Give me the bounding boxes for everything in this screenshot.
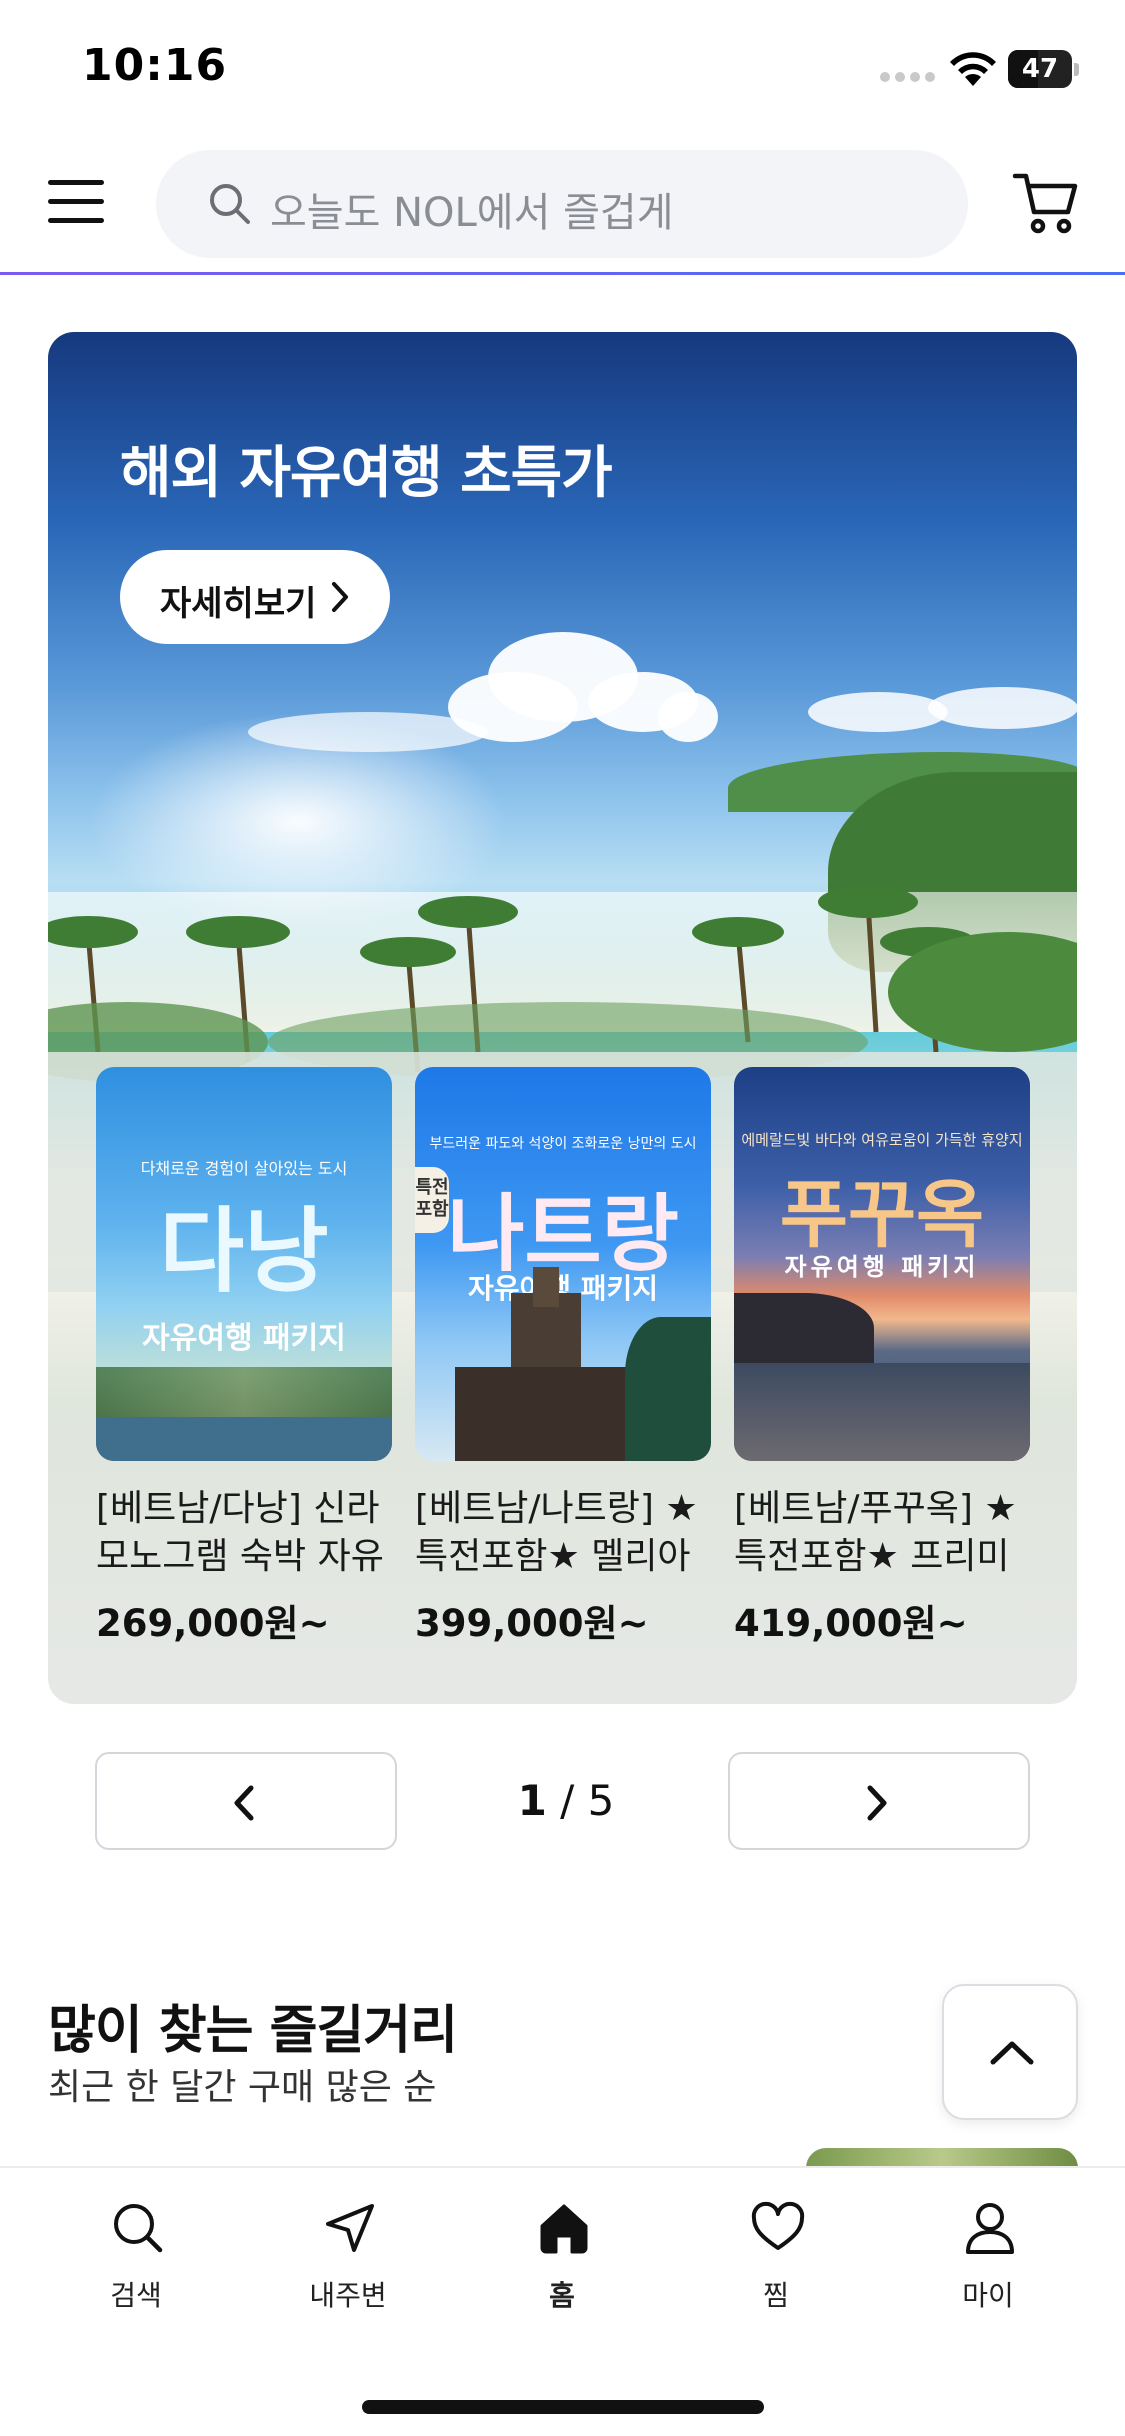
- bottom-navigation: 검색 내주변 홈 찜 마이: [0, 2166, 1125, 2436]
- product-price: 399,000원~: [415, 1602, 649, 1645]
- total-pages: 5: [587, 1776, 615, 1825]
- thumbnail-city: 푸꾸옥: [779, 1172, 985, 1258]
- section-subtitle: 최근 한 달간 구매 많은 순: [48, 2067, 437, 2108]
- search-icon: [114, 2204, 163, 2253]
- nav-wishlist[interactable]: 찜: [706, 2200, 846, 2320]
- section-title: 많이 찾는 즐길거리: [48, 2001, 458, 2061]
- chevron-right-icon: [867, 1785, 887, 1821]
- thumbnail-tagline: 에메랄드빛 바다와 여유로움이 가득한 휴양지: [741, 1131, 1023, 1149]
- nav-label: 내주변: [309, 2279, 387, 2312]
- home-icon: [540, 2204, 588, 2254]
- wifi-icon: [950, 52, 996, 86]
- thumbnail-package: 자유여행 패키지: [142, 1321, 346, 1356]
- location-arrow-icon: [326, 2204, 374, 2252]
- product-name[interactable]: [베트남/나트랑] ★특전포함★ 멜리아: [415, 1485, 715, 1581]
- nav-label: 검색: [110, 2279, 162, 2312]
- chevron-left-icon: [234, 1785, 254, 1821]
- chevron-right-icon: [332, 582, 348, 612]
- status-bar: 10:16 47: [0, 0, 1125, 140]
- search-placeholder: 오늘도 NOL에서 즐겁게: [270, 190, 674, 236]
- product-name[interactable]: [베트남/푸꾸옥] ★특전포함★ 프리미: [734, 1485, 1034, 1581]
- nav-home[interactable]: 홈: [492, 2200, 632, 2320]
- page-separator: /: [546, 1776, 588, 1825]
- next-page-button[interactable]: [728, 1752, 1030, 1850]
- person-icon: [966, 2203, 1014, 2254]
- previous-page-button[interactable]: [95, 1752, 397, 1850]
- product-price: 269,000원~: [96, 1602, 330, 1645]
- promo-banner[interactable]: 해외 자유여행 초특가 자세히보기 다채로운 경험이 살아있는 도시 다낭 자유…: [48, 332, 1077, 1704]
- view-details-label: 자세히보기: [160, 584, 317, 624]
- battery-level: 47: [1021, 54, 1059, 84]
- thumbnail-package: 자유여행 패키지: [784, 1253, 980, 1281]
- chevron-up-icon: [990, 2041, 1034, 2065]
- cart-icon[interactable]: [1012, 170, 1080, 236]
- product-thumbnail-phuquoc[interactable]: 에메랄드빛 바다와 여유로움이 가득한 휴양지 푸꾸옥 자유여행 패키지: [734, 1067, 1030, 1461]
- scroll-to-top-button[interactable]: [942, 1984, 1078, 2120]
- menu-button[interactable]: [48, 180, 106, 226]
- current-page: 1: [517, 1776, 547, 1825]
- thumbnail-tagline: 다채로운 경험이 살아있는 도시: [140, 1159, 348, 1178]
- nav-my[interactable]: 마이: [918, 2200, 1058, 2320]
- nav-search[interactable]: 검색: [66, 2200, 206, 2320]
- battery-icon: 47: [1008, 50, 1079, 88]
- promo-title: 해외 자유여행 초특가: [120, 441, 613, 506]
- top-header: 오늘도 NOL에서 즐겁게: [0, 140, 1125, 274]
- status-time: 10:16: [82, 40, 228, 91]
- product-name[interactable]: [베트남/다낭] 신라 모노그램 숙박 자유: [96, 1485, 396, 1581]
- page-indicator: 1 / 5: [486, 1776, 646, 1825]
- search-icon: [210, 184, 250, 224]
- nav-label: 홈: [549, 2279, 575, 2312]
- header-divider: [0, 272, 1125, 275]
- search-bar[interactable]: 오늘도 NOL에서 즐겁게: [156, 150, 968, 258]
- product-thumbnail-danang[interactable]: 다채로운 경험이 살아있는 도시 다낭 자유여행 패키지: [96, 1067, 392, 1461]
- view-details-button[interactable]: 자세히보기: [120, 550, 390, 644]
- thumbnail-tagline: 부드러운 파도와 석양이 조화로운 낭만의 도시: [429, 1136, 697, 1152]
- nav-label: 마이: [962, 2279, 1014, 2312]
- nav-nearby[interactable]: 내주변: [278, 2200, 418, 2320]
- product-thumbnail-nhatrang[interactable]: 부드러운 파도와 석양이 조화로운 낭만의 도시 특전 포함 나트랑 자유여행 …: [415, 1067, 711, 1461]
- nav-label: 찜: [763, 2279, 789, 2312]
- heart-icon: [751, 2201, 805, 2250]
- home-indicator: [362, 2400, 764, 2414]
- thumbnail-city: 다낭: [159, 1198, 329, 1305]
- product-price: 419,000원~: [734, 1602, 968, 1645]
- cellular-signal-icon: [880, 72, 936, 82]
